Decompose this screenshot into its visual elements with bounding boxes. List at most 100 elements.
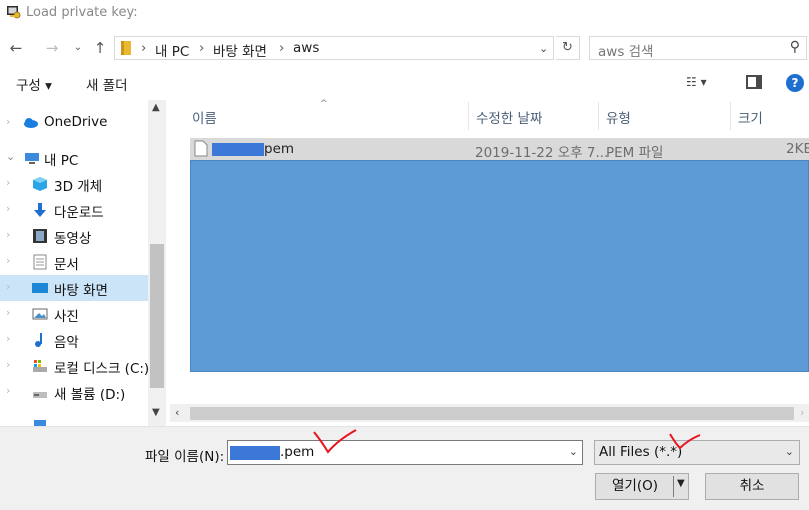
search-icon[interactable]: ⚲ xyxy=(790,39,800,55)
file-name: pem xyxy=(264,141,295,157)
cube-icon xyxy=(33,177,47,191)
scroll-up-icon[interactable]: ▲ xyxy=(152,102,160,113)
window-title: Load private key: xyxy=(26,5,138,20)
document-icon xyxy=(33,254,47,270)
expand-chevron-icon[interactable]: › xyxy=(6,306,10,319)
sidebar-item-label: 새 볼륨 (D:) xyxy=(54,387,126,403)
scroll-right-icon[interactable]: › xyxy=(800,406,804,419)
collapse-chevron-icon[interactable]: ⌄ xyxy=(6,150,15,163)
sidebar-item-volume-d[interactable]: › 새 볼륨 (D:) xyxy=(0,379,148,405)
expand-chevron-icon[interactable]: › xyxy=(6,332,10,345)
sort-up-icon: ^ xyxy=(320,99,328,109)
sidebar-item-label: 바탕 화면 xyxy=(54,283,108,299)
breadcrumb-desktop[interactable]: 바탕 화면 xyxy=(213,40,267,60)
file-icon xyxy=(194,140,208,157)
file-type-select[interactable]: All Files (*.*) ⌄ xyxy=(594,440,800,465)
filename-dropdown-icon[interactable]: ⌄ xyxy=(569,445,578,458)
sidebar-item-label: 사진 xyxy=(54,309,79,325)
download-icon xyxy=(34,203,46,217)
sidebar-scroll-thumb[interactable] xyxy=(150,244,164,388)
address-bar[interactable]: › 내 PC › 바탕 화면 › aws ⌄ xyxy=(114,36,554,60)
column-header-type[interactable]: 유형 xyxy=(606,107,631,127)
video-icon xyxy=(33,229,47,243)
sidebar-item-this-pc[interactable]: ⌄ 내 PC xyxy=(0,145,148,171)
open-button[interactable]: 열기(O) xyxy=(595,473,689,500)
sidebar-item-downloads[interactable]: › 다운로드 xyxy=(0,197,148,223)
navigation-pane: › OneDrive ⌄ 내 PC › 3D 개체 › 다운로드 › 동영상 ›… xyxy=(0,100,166,426)
organize-menu-button[interactable]: 구성 ▾ xyxy=(16,74,52,94)
scroll-left-icon[interactable]: ‹ xyxy=(175,406,179,419)
sidebar-item-label: 동영상 xyxy=(54,231,92,247)
title-bar: Load private key: xyxy=(0,0,809,26)
refresh-icon[interactable]: ↻ xyxy=(556,36,580,60)
filename-field[interactable]: .pem ⌄ xyxy=(227,440,583,465)
sidebar-item-label: 문서 xyxy=(54,257,79,273)
preview-pane-icon[interactable] xyxy=(746,75,762,89)
sidebar-item-desktop[interactable]: › 바탕 화면 xyxy=(0,275,148,301)
breadcrumb-aws[interactable]: aws xyxy=(293,40,319,56)
redaction-overlay xyxy=(190,160,809,372)
file-type: PEM 파일 xyxy=(606,145,664,161)
sidebar-item-network[interactable] xyxy=(0,410,148,426)
sidebar-item-label: 로컬 디스크 (C:) xyxy=(54,361,150,377)
expand-chevron-icon[interactable]: › xyxy=(6,202,10,215)
up-arrow-icon[interactable]: ↑ xyxy=(90,38,110,58)
search-box[interactable]: aws 검색 ⚲ xyxy=(589,36,807,60)
column-header-size[interactable]: 크기 xyxy=(738,107,763,127)
breadcrumb-this-pc[interactable]: 내 PC xyxy=(155,40,189,60)
expand-chevron-icon[interactable]: › xyxy=(6,176,10,189)
recent-locations-chevron-icon[interactable]: ⌄ xyxy=(68,38,88,58)
computer-icon xyxy=(25,153,39,164)
forward-arrow-icon[interactable]: → xyxy=(42,38,62,58)
open-dropdown-icon[interactable]: ▼ xyxy=(677,478,685,489)
cloud-icon xyxy=(24,118,38,128)
sidebar-item-label: 내 PC xyxy=(44,153,79,169)
search-input[interactable]: aws 검색 xyxy=(598,40,653,60)
column-header-date[interactable]: 수정한 날짜 xyxy=(476,107,542,127)
back-arrow-icon[interactable]: ← xyxy=(6,38,26,58)
column-divider[interactable] xyxy=(468,102,469,130)
sidebar-item-videos[interactable]: › 동영상 xyxy=(0,223,148,249)
expand-chevron-icon[interactable]: › xyxy=(6,384,10,397)
drive-icon xyxy=(33,392,47,398)
filename-value[interactable]: .pem xyxy=(280,444,314,460)
sidebar-item-documents[interactable]: › 문서 xyxy=(0,249,148,275)
expand-chevron-icon[interactable]: › xyxy=(6,254,10,267)
new-folder-button[interactable]: 새 폴더 xyxy=(86,74,128,94)
redacted-filename xyxy=(212,143,264,156)
file-date: 2019-11-22 오후 7... xyxy=(475,145,609,161)
sidebar-item-onedrive[interactable]: › OneDrive xyxy=(0,110,148,136)
sidebar-item-3d-objects[interactable]: › 3D 개체 xyxy=(0,171,148,197)
column-divider[interactable] xyxy=(598,102,599,130)
breadcrumb-separator-icon: › xyxy=(279,40,285,56)
horizontal-scroll-thumb[interactable] xyxy=(190,407,794,420)
drive-icon xyxy=(33,360,47,372)
sidebar-item-pictures[interactable]: › 사진 xyxy=(0,301,148,327)
expand-chevron-icon[interactable]: › xyxy=(6,280,10,293)
chevron-down-icon[interactable]: ⌄ xyxy=(785,445,794,458)
file-type-value[interactable]: All Files (*.*) xyxy=(599,444,682,460)
address-dropdown-icon[interactable]: ⌄ xyxy=(539,42,548,55)
folder-icon xyxy=(121,41,131,55)
filename-label: 파일 이름(N): xyxy=(145,449,225,465)
breadcrumb-separator-icon: › xyxy=(141,40,147,56)
scroll-down-icon[interactable]: ▼ xyxy=(152,407,160,418)
sidebar-item-label: OneDrive xyxy=(44,114,108,130)
desktop-icon xyxy=(32,283,48,293)
expand-chevron-icon[interactable]: › xyxy=(6,358,10,371)
picture-icon xyxy=(32,308,48,320)
column-divider[interactable] xyxy=(730,102,731,130)
expand-chevron-icon[interactable]: › xyxy=(6,228,10,241)
help-icon[interactable]: ? xyxy=(786,74,804,92)
view-options-icon[interactable]: ☷ ▾ xyxy=(686,75,707,89)
sidebar-item-label: 다운로드 xyxy=(54,205,104,221)
cancel-button[interactable]: 취소 xyxy=(705,473,799,500)
redacted-filename xyxy=(230,446,280,460)
column-header-name[interactable]: 이름 xyxy=(192,107,217,127)
expand-chevron-icon[interactable]: › xyxy=(6,115,10,128)
sidebar-item-label: 음악 xyxy=(54,335,79,351)
sidebar-item-local-disk-c[interactable]: › 로컬 디스크 (C:) xyxy=(0,353,150,379)
breadcrumb-separator-icon: › xyxy=(199,40,205,56)
sidebar-item-music[interactable]: › 음악 xyxy=(0,327,148,353)
sidebar-item-label: 3D 개체 xyxy=(54,179,103,195)
